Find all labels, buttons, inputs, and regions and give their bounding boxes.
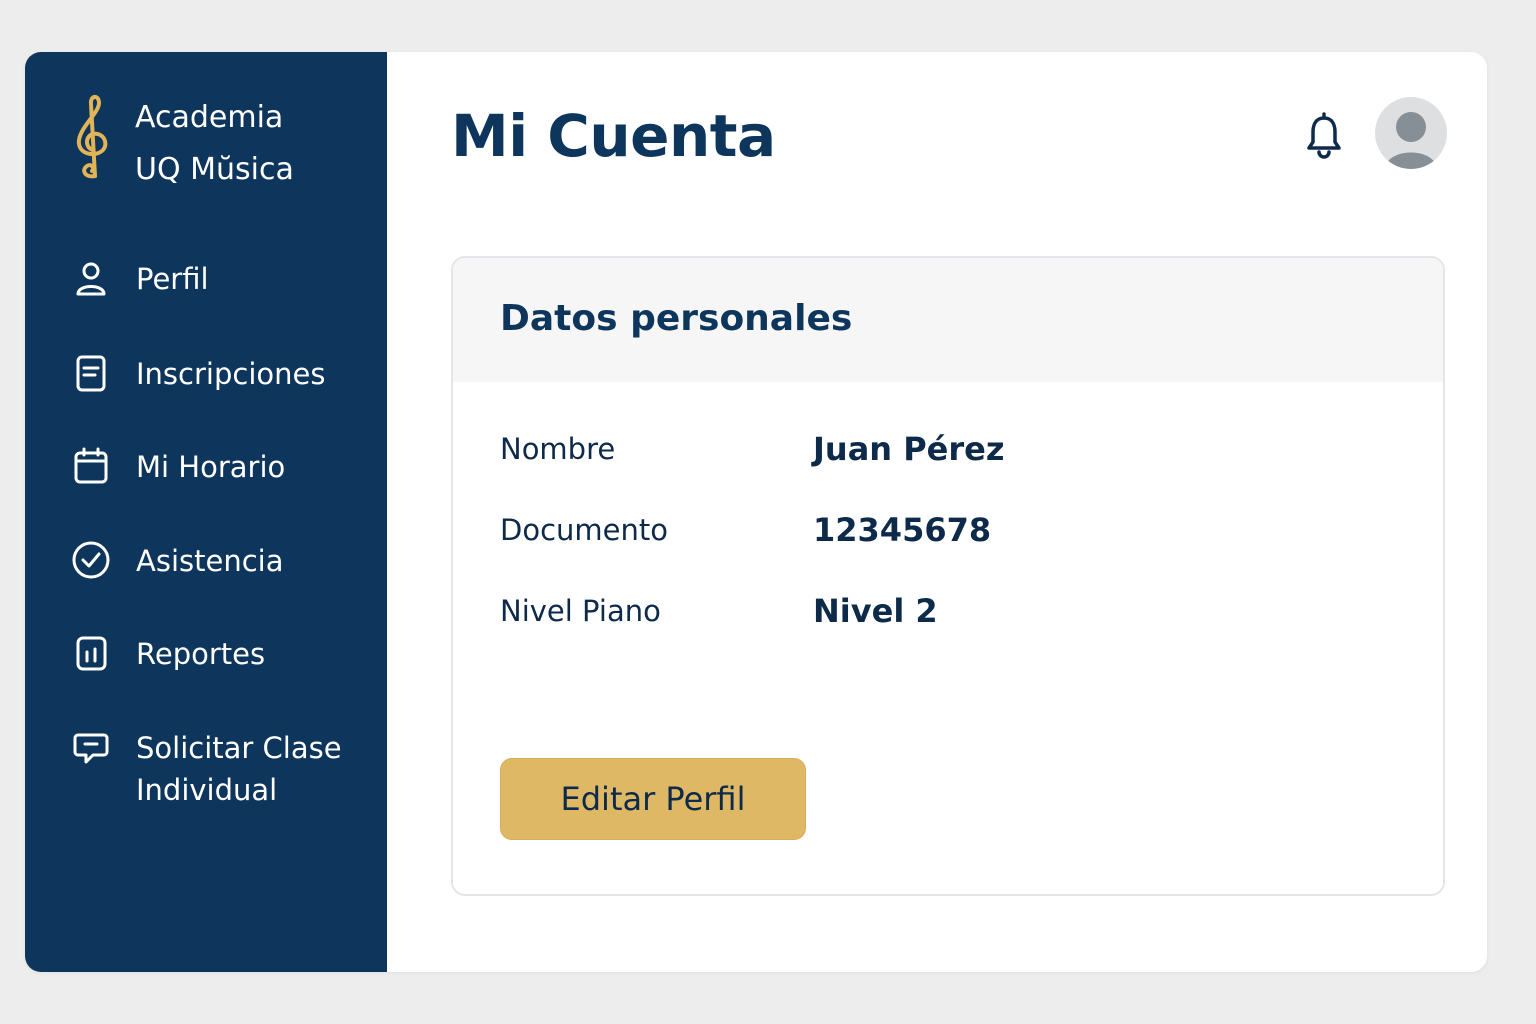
field-label: Documento bbox=[500, 513, 668, 547]
sidebar-item-solicitar-clase[interactable]: Solicitar Clase Individual bbox=[71, 727, 371, 811]
card-title: Datos personales bbox=[500, 298, 853, 339]
brand-name: Academia UQ Mŭsica bbox=[135, 92, 294, 196]
field-value: Nivel 2 bbox=[813, 592, 938, 630]
avatar[interactable] bbox=[1375, 97, 1447, 169]
report-icon bbox=[76, 636, 107, 671]
main-content: Mi Cuenta Datos personales Nombre Juan P… bbox=[387, 52, 1487, 972]
sidebar-item-label: Solicitar Clase Individual bbox=[136, 731, 342, 807]
field-value: Juan Pérez bbox=[813, 430, 1005, 468]
page-title: Mi Cuenta bbox=[451, 102, 776, 170]
sidebar-item-label: Inscripciones bbox=[136, 357, 326, 391]
personal-data-card: Datos personales Nombre Juan Pérez Docum… bbox=[451, 256, 1445, 896]
sidebar-item-mi-horario[interactable]: Mi Horario bbox=[71, 446, 371, 488]
field-value: 12345678 bbox=[813, 511, 992, 549]
check-circle-icon bbox=[72, 541, 110, 579]
sidebar-item-perfil[interactable]: Perfil bbox=[71, 258, 371, 300]
sidebar: Academia UQ Mŭsica Perfil Inscripciones bbox=[25, 52, 387, 972]
card-header: Datos personales bbox=[453, 258, 1443, 382]
edit-profile-button[interactable]: Editar Perfil bbox=[500, 758, 806, 840]
sidebar-item-asistencia[interactable]: Asistencia bbox=[71, 540, 371, 582]
sidebar-item-label: Mi Horario bbox=[136, 450, 286, 484]
brand-line-1: Academia bbox=[135, 100, 284, 135]
sidebar-item-label: Reportes bbox=[136, 637, 266, 671]
app-window: Academia UQ Mŭsica Perfil Inscripciones bbox=[25, 52, 1487, 972]
sidebar-item-label: Asistencia bbox=[136, 544, 284, 578]
chat-icon bbox=[73, 733, 109, 764]
avatar-icon bbox=[1385, 112, 1437, 169]
sidebar-item-reportes[interactable]: Reportes bbox=[71, 633, 371, 675]
treble-clef-icon bbox=[76, 95, 108, 179]
field-label: Nombre bbox=[500, 432, 616, 466]
user-icon bbox=[76, 262, 106, 296]
sidebar-item-inscripciones[interactable]: Inscripciones bbox=[71, 353, 371, 395]
brand: Academia UQ Mŭsica bbox=[71, 92, 294, 196]
field-label: Nivel Piano bbox=[500, 594, 661, 628]
bell-icon[interactable] bbox=[1304, 112, 1344, 160]
brand-line-2: UQ Mŭsica bbox=[135, 152, 294, 187]
calendar-icon bbox=[74, 447, 108, 484]
sidebar-item-label: Perfil bbox=[136, 262, 209, 296]
document-icon bbox=[76, 355, 106, 392]
